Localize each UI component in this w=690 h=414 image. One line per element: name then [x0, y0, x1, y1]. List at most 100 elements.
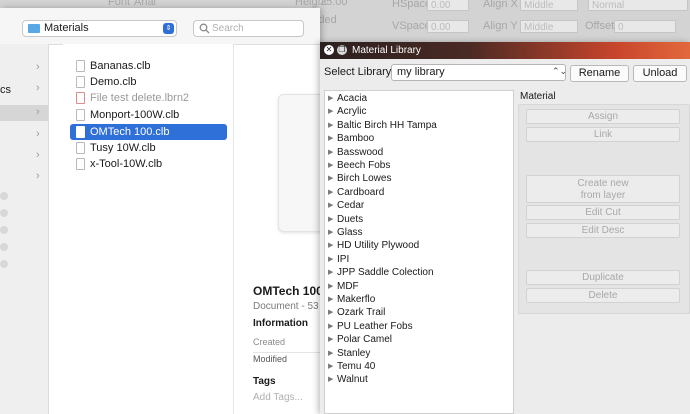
alignx-select[interactable]: Middle — [520, 0, 578, 11]
sidebar-dot — [0, 192, 8, 200]
file-row-selected[interactable]: OMTech 100.clb — [70, 124, 227, 140]
sidebar-dot — [0, 243, 8, 251]
chevron-right-icon[interactable]: › — [36, 170, 40, 182]
vspace-input[interactable]: 0.00 — [427, 20, 469, 33]
chevron-right-icon[interactable]: ▶ — [328, 105, 333, 118]
window-title: Material Library — [352, 45, 421, 56]
file-row[interactable]: Bananas.clb — [70, 58, 227, 74]
chevron-right-icon[interactable]: ▶ — [328, 280, 333, 293]
library-value: my library — [397, 66, 445, 78]
delete-button[interactable]: Delete — [526, 288, 680, 303]
document-icon — [76, 142, 85, 154]
hspace-label: HSpace — [392, 0, 432, 10]
sidebar-selected-row[interactable] — [0, 105, 48, 121]
rename-button[interactable]: Rename — [570, 65, 629, 82]
chevron-right-icon[interactable]: ▶ — [328, 226, 333, 239]
height-value[interactable]: 25.00 — [320, 0, 348, 8]
file-name: Monport-100W.clb — [90, 109, 180, 121]
chevron-right-icon[interactable]: › — [36, 128, 40, 140]
path-label: Materials — [44, 22, 89, 34]
chevron-updown-icon: ⌃⌄ — [552, 66, 568, 76]
material-tree[interactable]: ▶ Acacia ▶ Acrylic ▶ Baltic Birch HH Tampa … — [324, 90, 514, 414]
sidebar-dot — [0, 260, 8, 268]
chevron-right-icon[interactable]: › — [36, 61, 40, 73]
edit-desc-button[interactable]: Edit Desc — [526, 223, 680, 238]
chevron-right-icon[interactable]: ▶ — [328, 92, 333, 105]
chevron-right-icon[interactable]: ▶ — [328, 186, 333, 199]
chevron-right-icon[interactable]: ▶ — [328, 253, 333, 266]
chevron-right-icon[interactable]: › — [36, 106, 40, 118]
hspace-input[interactable]: 0.00 — [427, 0, 469, 11]
tags-heading: Tags — [253, 376, 276, 387]
unload-button[interactable]: Unload — [633, 65, 687, 82]
offset-input[interactable]: 0 — [614, 20, 676, 33]
aligny-select[interactable]: Middle — [520, 20, 578, 33]
link-button[interactable]: Link — [526, 127, 680, 142]
document-icon — [76, 158, 85, 170]
file-name: File test delete.lbrn2 — [90, 92, 190, 104]
create-from-layer-button[interactable]: Create new from layer — [526, 175, 680, 203]
search-icon — [199, 23, 210, 34]
chevron-right-icon[interactable]: ▶ — [328, 373, 333, 386]
chevron-right-icon[interactable]: › — [36, 149, 40, 161]
document-icon — [76, 109, 85, 121]
edit-cut-button[interactable]: Edit Cut — [526, 205, 680, 220]
material-library-window: ✕ ❐ Material Library Select Library my l… — [320, 42, 690, 414]
divider — [253, 352, 320, 353]
file-row[interactable]: Demo.clb — [70, 74, 227, 90]
file-name: Demo.clb — [90, 76, 137, 88]
chevron-updown-icon: ⇕ — [163, 23, 174, 34]
library-select[interactable]: my library ⌃⌄ — [391, 64, 568, 81]
create-line2: from layer — [580, 190, 626, 201]
document-icon — [76, 92, 85, 104]
file-name: Bananas.clb — [90, 60, 151, 72]
duplicate-button[interactable]: Duplicate — [526, 270, 680, 285]
file-name: Tusy 10W.clb — [90, 142, 156, 154]
created-label: Created — [253, 337, 286, 347]
search-field[interactable]: Search — [193, 20, 304, 37]
chevron-right-icon[interactable]: ▶ — [328, 293, 333, 306]
file-row[interactable]: x-Tool-10W.clb — [70, 156, 227, 172]
chevron-right-icon[interactable]: ▶ — [328, 172, 333, 185]
close-icon[interactable]: ✕ — [324, 45, 334, 55]
chevron-right-icon[interactable]: ▶ — [328, 132, 333, 145]
create-line1: Create new — [577, 178, 629, 189]
preview-subtitle: Document - 53 — [253, 301, 319, 312]
chevron-right-icon[interactable]: ▶ — [328, 347, 333, 360]
modified-label: Modified — [253, 354, 288, 364]
chevron-right-icon[interactable]: ▶ — [328, 213, 333, 226]
info-heading: Information — [253, 318, 308, 329]
file-row[interactable]: File test delete.lbrn2 — [70, 90, 227, 106]
chevron-right-icon[interactable]: ▶ — [328, 146, 333, 159]
font-value[interactable]: Arial — [134, 0, 156, 8]
assign-button[interactable]: Assign — [526, 109, 680, 124]
chevron-right-icon[interactable]: ▶ — [328, 320, 333, 333]
preview-title: OMTech 100 — [253, 284, 320, 298]
restore-icon[interactable]: ❐ — [337, 45, 347, 55]
search-placeholder: Search — [212, 23, 244, 34]
chevron-right-icon[interactable]: ▶ — [328, 306, 333, 319]
alignx-label: Align X — [483, 0, 518, 10]
document-icon — [76, 76, 85, 88]
select-library-label: Select Library — [324, 66, 392, 78]
finder-window: Materials ⇕ Search cs › › › › › › Banana… — [0, 8, 320, 414]
document-icon — [76, 126, 85, 138]
file-name: OMTech 100.clb — [90, 126, 170, 138]
chevron-right-icon[interactable]: ▶ — [328, 266, 333, 279]
document-icon — [76, 60, 85, 72]
aligny-label: Align Y — [483, 20, 518, 32]
chevron-right-icon[interactable]: ▶ — [328, 239, 333, 252]
chevron-right-icon[interactable]: ▶ — [328, 119, 333, 132]
chevron-right-icon[interactable]: ▶ — [328, 159, 333, 172]
chevron-right-icon[interactable]: ▶ — [328, 333, 333, 346]
chevron-right-icon[interactable]: ▶ — [328, 199, 333, 212]
chevron-right-icon[interactable]: › — [36, 82, 40, 94]
chevron-right-icon[interactable]: ▶ — [328, 360, 333, 373]
path-popup[interactable]: Materials ⇕ — [22, 20, 177, 37]
tags-input[interactable]: Add Tags... — [253, 392, 303, 403]
file-row[interactable]: Monport-100W.clb — [70, 107, 227, 123]
file-row[interactable]: Tusy 10W.clb — [70, 140, 227, 156]
style-select[interactable]: Normal — [588, 0, 688, 11]
file-name: x-Tool-10W.clb — [90, 158, 163, 170]
vspace-label: VSpace — [392, 20, 431, 32]
